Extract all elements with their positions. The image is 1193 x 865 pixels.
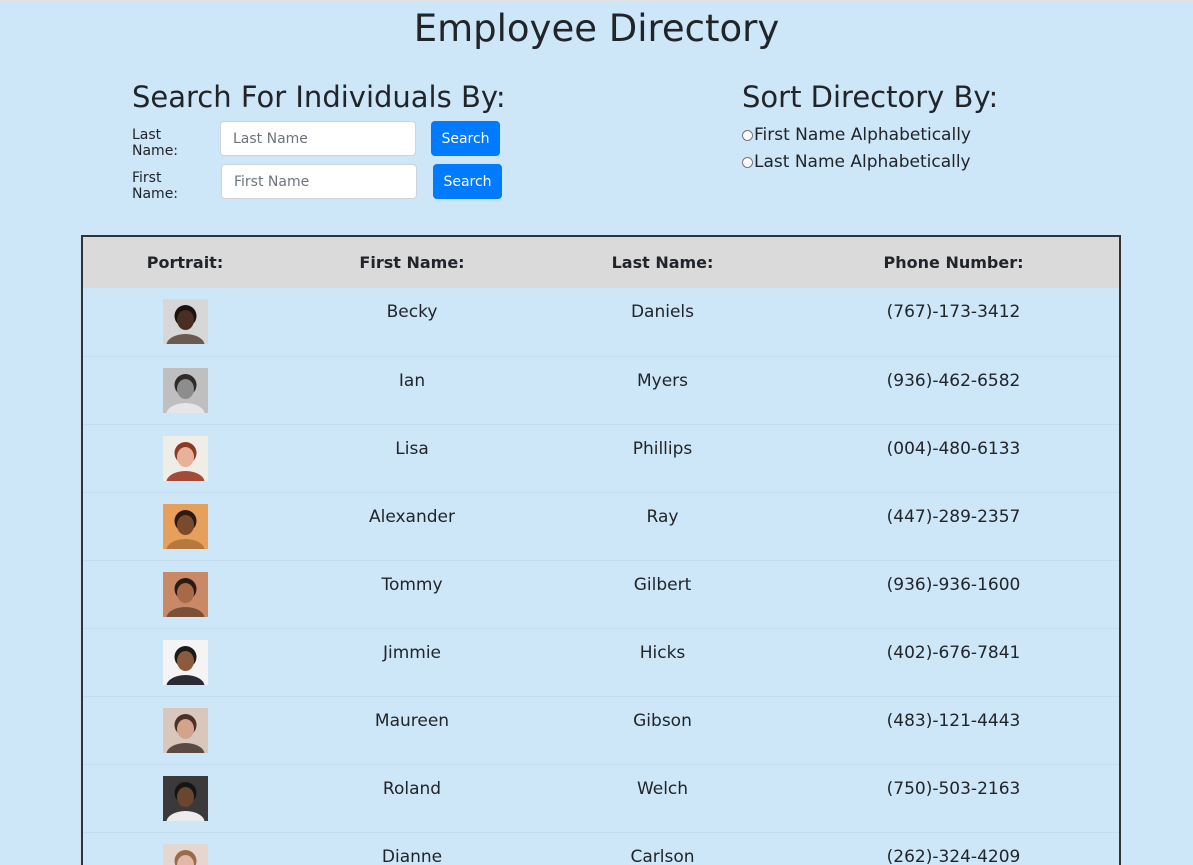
- sort-first-name-radio[interactable]: [742, 129, 753, 141]
- employee-portrait: [162, 639, 208, 685]
- phone-number-cell: (483)-121-4443: [886, 710, 1021, 731]
- last-name-cell: Ray: [646, 506, 679, 527]
- first-name-cell: Tommy: [381, 574, 443, 595]
- last-name-column-header[interactable]: Last Name:: [537, 237, 788, 288]
- sort-last-name-radio[interactable]: [742, 156, 753, 168]
- last-name-cell: Gibson: [633, 710, 692, 731]
- last-name-cell: Phillips: [632, 438, 693, 459]
- employee-portrait: [162, 843, 208, 865]
- phone-number-cell: (262)-324-4209: [886, 846, 1021, 865]
- first-name-input[interactable]: [221, 164, 417, 199]
- sort-last-name-option[interactable]: Last Name Alphabetically: [742, 151, 971, 173]
- employee-table-container: Portrait: First Name: Last Name: Phone N…: [81, 235, 1121, 865]
- portrait-cell: [83, 764, 287, 832]
- table-header-row: Portrait: First Name: Last Name: Phone N…: [83, 237, 1119, 288]
- employee-portrait: [162, 367, 208, 413]
- portrait-cell: [83, 356, 287, 424]
- last-name-cell: Daniels: [630, 302, 695, 322]
- last-name-cell: Welch: [636, 778, 689, 799]
- portrait-cell: [83, 288, 287, 356]
- employee-portrait: [162, 435, 208, 481]
- first-name-cell: Ian: [398, 370, 426, 391]
- phone-number-cell: (936)-462-6582: [886, 370, 1021, 391]
- last-name-cell: Myers: [636, 370, 689, 391]
- portrait-cell: [83, 560, 287, 628]
- table-row: Lisa Phillips (004)-480-6133: [83, 424, 1119, 492]
- last-name-search-button[interactable]: Search: [431, 121, 500, 156]
- first-name-cell: Roland: [382, 778, 442, 799]
- portrait-cell: [83, 832, 287, 865]
- phone-number-cell: (767)-173-3412: [886, 302, 1021, 322]
- portrait-cell: [83, 696, 287, 764]
- table-row: Roland Welch (750)-503-2163: [83, 764, 1119, 832]
- search-heading: Search For Individuals By:: [132, 80, 506, 114]
- page-title: Employee Directory: [413, 7, 780, 50]
- first-name-cell: Jimmie: [382, 642, 442, 663]
- phone-number-cell: (936)-936-1600: [886, 574, 1021, 595]
- first-name-cell: Alexander: [368, 506, 455, 527]
- sort-first-name-option[interactable]: First Name Alphabetically: [742, 124, 971, 146]
- employee-portrait: [162, 571, 208, 617]
- first-name-search-button[interactable]: Search: [433, 164, 502, 199]
- first-name-column-header[interactable]: First Name:: [287, 237, 537, 288]
- last-name-cell: Hicks: [639, 642, 686, 663]
- first-name-cell: Becky: [386, 302, 438, 322]
- table-row: Becky Daniels (767)-173-3412: [83, 288, 1119, 356]
- first-name-cell: Dianne: [381, 846, 443, 865]
- last-name-input[interactable]: [220, 121, 416, 156]
- phone-number-cell: (004)-480-6133: [886, 438, 1021, 459]
- phone-number-cell: (447)-289-2357: [886, 506, 1021, 527]
- first-name-label: First Name:: [132, 170, 179, 202]
- last-name-cell: Carlson: [630, 846, 695, 865]
- portrait-cell: [83, 628, 287, 696]
- table-body: Becky Daniels (767)-173-3412 Ian Myers (936)-…: [83, 288, 1119, 865]
- employee-table: Portrait: First Name: Last Name: Phone N…: [83, 237, 1119, 865]
- first-name-cell: Lisa: [395, 438, 429, 459]
- sort-heading: Sort Directory By:: [742, 80, 999, 114]
- employee-portrait: [162, 299, 208, 344]
- portrait-cell: [83, 424, 287, 492]
- phone-number-cell: (402)-676-7841: [886, 642, 1021, 663]
- phone-number-cell: (750)-503-2163: [886, 778, 1021, 799]
- employee-portrait: [162, 775, 208, 821]
- portrait-column-header[interactable]: Portrait:: [83, 237, 287, 288]
- sort-first-name-label: First Name Alphabetically: [754, 125, 971, 145]
- table-row: Tommy Gilbert (936)-936-1600: [83, 560, 1119, 628]
- portrait-cell: [83, 492, 287, 560]
- table-row: Maureen Gibson (483)-121-4443: [83, 696, 1119, 764]
- employee-portrait: [162, 503, 208, 549]
- first-name-cell: Maureen: [374, 710, 450, 731]
- table-row: Dianne Carlson (262)-324-4209: [83, 832, 1119, 865]
- last-name-label: Last Name:: [132, 127, 179, 159]
- employee-portrait: [162, 707, 208, 753]
- phone-column-header[interactable]: Phone Number:: [788, 237, 1119, 288]
- sort-last-name-label: Last Name Alphabetically: [754, 152, 971, 172]
- page: Employee Directory Search For Individual…: [0, 0, 1193, 865]
- table-row: Ian Myers (936)-462-6582: [83, 356, 1119, 424]
- last-name-cell: Gilbert: [633, 574, 692, 595]
- table-row: Jimmie Hicks (402)-676-7841: [83, 628, 1119, 696]
- table-row: Alexander Ray (447)-289-2357: [83, 492, 1119, 560]
